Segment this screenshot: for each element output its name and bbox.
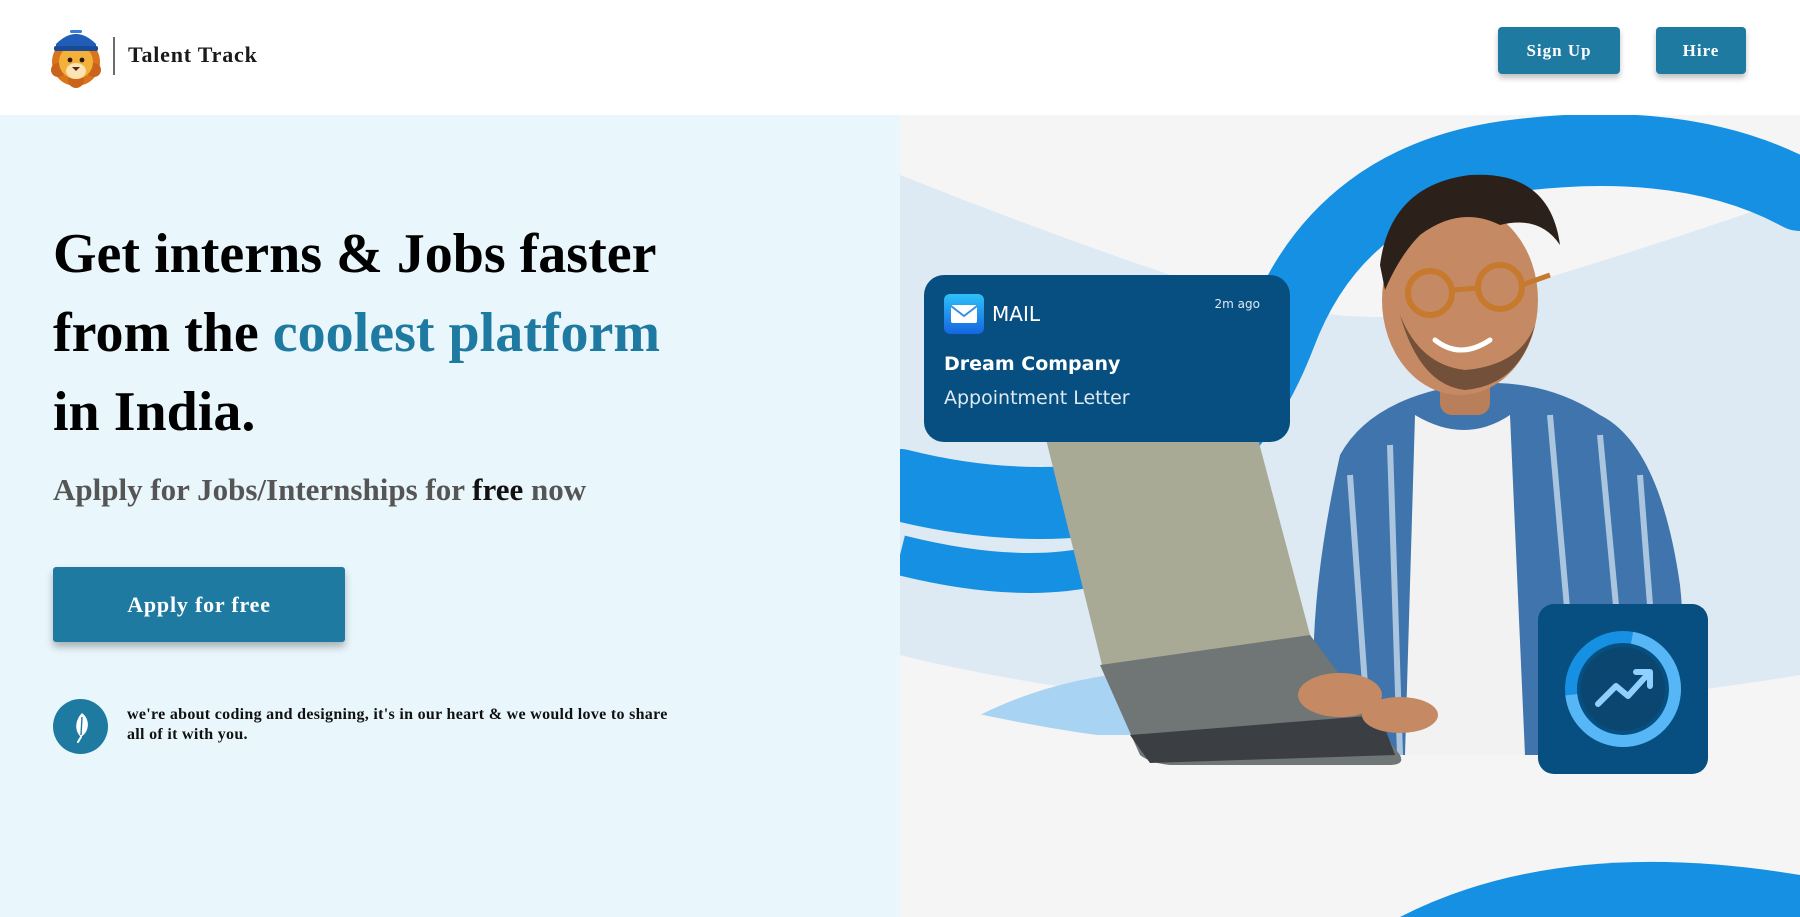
trend-up-icon	[1565, 631, 1681, 747]
progress-card	[1538, 604, 1708, 774]
hero-left-panel: Get interns & Jobs faster from the coole…	[0, 115, 900, 917]
brand-name[interactable]: Talent Track	[128, 42, 258, 68]
headline-line-1: Get interns & Jobs faster	[53, 223, 657, 285]
hero-tagline: we're about coding and designing, it's i…	[127, 706, 668, 743]
lion-logo-icon[interactable]	[50, 22, 102, 88]
headline-line-3: in India.	[53, 381, 256, 443]
apply-for-free-button[interactable]: Apply for free	[53, 567, 345, 642]
notification-subject: Appointment Letter	[944, 387, 1130, 409]
feather-icon	[53, 699, 108, 754]
subheading-free: free	[472, 472, 524, 507]
subheading-suffix: now	[523, 472, 587, 507]
notification-sender: Dream Company	[944, 353, 1121, 375]
hire-button[interactable]: Hire	[1656, 27, 1746, 74]
hero-headline: Get interns & Jobs faster from the coole…	[53, 215, 853, 452]
mail-notification-card: MAIL 2m ago Dream Company Appointment Le…	[924, 275, 1290, 442]
site-header: Talent Track Sign Up Hire	[0, 0, 1800, 115]
envelope-icon	[944, 294, 984, 334]
notification-app-name: MAIL	[992, 302, 1040, 326]
hero-subheading: Aplply for Jobs/Internships for free now	[53, 472, 586, 508]
headline-line-2-prefix: from the	[53, 302, 273, 364]
hero-illustration	[900, 115, 1800, 917]
hero-right-panel: MAIL 2m ago Dream Company Appointment Le…	[900, 115, 1800, 917]
notification-time: 2m ago	[1214, 297, 1260, 311]
headline-accent: coolest platform	[272, 302, 661, 364]
sign-up-button[interactable]: Sign Up	[1498, 27, 1620, 74]
logo-divider	[113, 37, 115, 75]
subheading-prefix: Aplply for Jobs/Internships for	[53, 472, 473, 507]
